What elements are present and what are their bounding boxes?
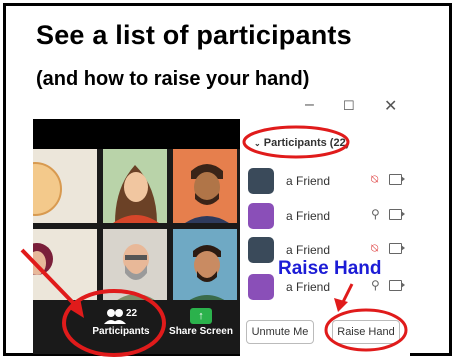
chevron-down-icon: ⌄ [254,139,261,148]
unmute-me-button[interactable]: Unmute Me [246,320,314,344]
raise-hand-annotation: Raise Hand [278,258,382,279]
raise-hand-button[interactable]: Raise Hand [332,320,400,344]
video-tile [103,229,167,303]
video-tile [33,149,97,223]
minimize-icon[interactable]: – [305,96,314,114]
avatar [248,168,274,194]
avatar-icon [113,165,159,223]
avatar [248,237,274,263]
share-screen-icon: ↑ [190,308,212,324]
mic-icon[interactable]: ⚲ [371,278,380,292]
video-icon[interactable] [389,280,405,291]
video-icon[interactable] [389,243,405,254]
participants-button[interactable]: 22 Participants [81,308,161,337]
participant-row[interactable]: a Friend ⍉ [246,168,406,194]
participant-name: a Friend [286,243,331,257]
video-tile [103,149,167,223]
video-tile [173,229,237,303]
participants-label: Participants [92,326,150,337]
avatar [248,274,274,300]
avatar-icon [185,164,229,223]
participants-panel: ⌄ Participants (22) a Friend ⍉ a Friend … [240,119,410,356]
video-top-bar [33,119,240,149]
video-tile [173,149,237,223]
participant-name: a Friend [286,280,331,294]
mic-muted-icon[interactable]: ⍉ [371,241,378,256]
share-screen-label: Share Screen [169,326,233,337]
avatar [248,203,274,229]
share-screen-button[interactable]: ↑ Share Screen [163,308,239,337]
mic-icon[interactable]: ⚲ [371,207,380,221]
close-icon[interactable]: ✕ [384,96,397,116]
maximize-icon[interactable]: ☐ [343,98,355,114]
participant-row[interactable]: a Friend ⚲ [246,203,406,229]
participants-count: 22 [126,308,138,319]
video-tile [33,229,97,303]
avatar-icon [113,244,159,303]
avatar-icon [33,162,62,216]
slide-title: See a list of participants [36,20,352,50]
meeting-toolbar: 22 Participants ↑ Share Screen [33,300,240,354]
video-icon[interactable] [389,209,405,220]
video-icon[interactable] [389,174,405,185]
avatar-icon [33,243,53,275]
panel-title[interactable]: ⌄ Participants (22) [254,137,349,149]
participant-name: a Friend [286,174,331,188]
participant-name: a Friend [286,209,331,223]
avatar-icon [185,245,229,303]
mic-muted-icon[interactable]: ⍉ [371,172,378,187]
slide-subtitle: (and how to raise your hand) [36,68,310,90]
participants-icon [104,309,126,324]
